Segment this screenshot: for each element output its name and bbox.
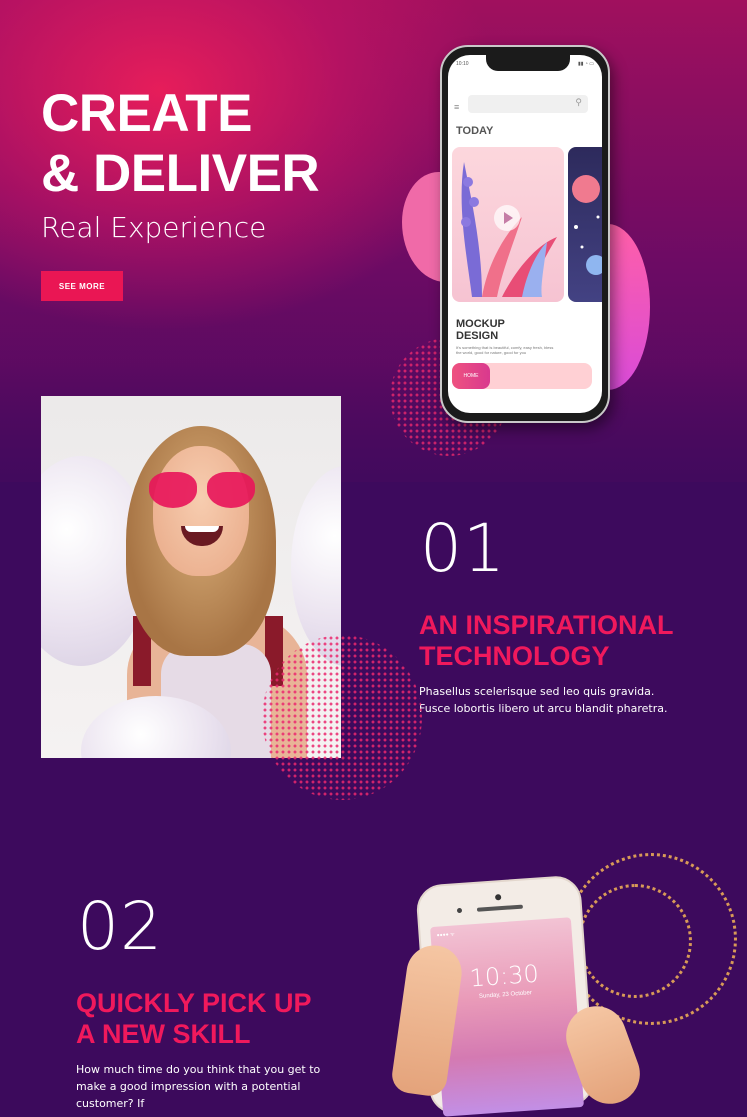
feature-description: Phasellus scelerisque sed leo quis gravi…: [419, 685, 668, 715]
feature-title-line2: TECHNOLOGY: [419, 641, 610, 671]
feature-title-line2: A NEW SKILL: [76, 1019, 251, 1049]
mockup-card-plant: [452, 147, 564, 302]
menu-icon: ≡: [454, 102, 460, 112]
feature-number: 01: [420, 510, 506, 587]
hero-subtitle: Real Experience: [41, 211, 267, 244]
mockup-tab-bar: HOME: [452, 363, 592, 389]
play-icon: [494, 205, 520, 231]
phone-sensor: [456, 907, 463, 914]
phone-mockup: 10:10 ▮▮ ◔ ▭ ≡ ⚲ TODAY MOCKUP DESIGN It'…: [440, 45, 610, 423]
mockup-tab-home: HOME: [452, 363, 490, 389]
halftone-dots-decoration: [262, 635, 422, 800]
mockup-title-line1: MOCKUP: [456, 318, 505, 330]
mockup-card-space: [568, 147, 602, 302]
hero-title: CREATE & DELIVER: [41, 84, 320, 204]
mockup-title-line2: DESIGN: [456, 330, 499, 342]
feature-title: AN INSPIRATIONAL TECHNOLOGY: [419, 610, 674, 672]
hero-title-line2: & DELIVER: [41, 144, 320, 203]
status-time: 10:10: [456, 61, 469, 67]
mockup-section-label: TODAY: [456, 125, 494, 137]
feature-description: How much time do you think that you get …: [76, 1063, 321, 1110]
feature-title: QUICKLY PICK UP A NEW SKILL: [76, 988, 312, 1050]
dotted-ring-decoration: [578, 884, 692, 998]
mockup-search-bar: ⚲: [468, 95, 588, 113]
feature-title-line1: QUICKLY PICK UP: [76, 988, 312, 1018]
phone-camera: [494, 894, 502, 901]
photo-face: [153, 446, 249, 576]
planet-illustration: [572, 175, 602, 275]
pink-sunglasses: [149, 472, 255, 510]
see-more-button[interactable]: SEE MORE: [41, 271, 123, 301]
feature-title-line1: AN INSPIRATIONAL: [419, 610, 674, 640]
phone-speaker: [476, 904, 524, 912]
mockup-card-description: It's something that is beautiful, comfy,…: [456, 345, 554, 355]
search-icon: ⚲: [575, 97, 582, 107]
hero-title-line1: CREATE: [41, 84, 252, 143]
feature-number: 02: [77, 888, 163, 965]
lock-status-bar: ●●●● ᯤ: [436, 931, 455, 939]
mockup-card-title: MOCKUP DESIGN: [456, 318, 505, 342]
phone-notch: [486, 55, 570, 71]
signal-icon: ▮▮ ◔ ▭: [577, 61, 594, 67]
phone-screen: 10:10 ▮▮ ◔ ▭ ≡ ⚲ TODAY MOCKUP DESIGN It'…: [448, 55, 602, 413]
